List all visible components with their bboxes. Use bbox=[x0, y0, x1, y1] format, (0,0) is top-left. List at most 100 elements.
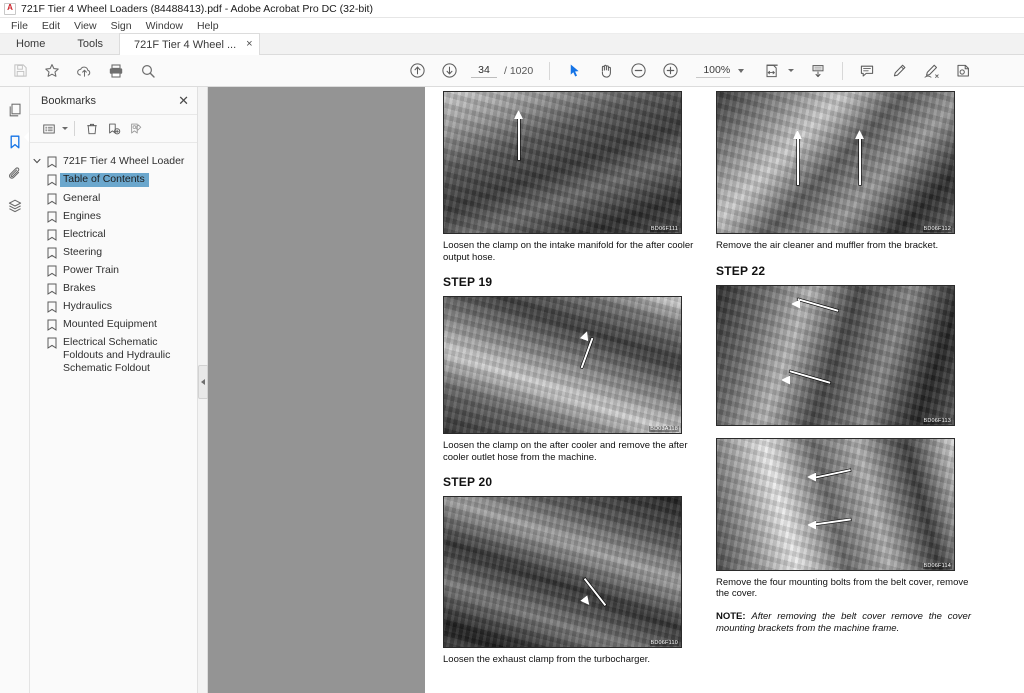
bookmarks-title: Bookmarks bbox=[41, 94, 97, 107]
panel-divider[interactable] bbox=[198, 87, 208, 693]
print-icon[interactable] bbox=[103, 58, 129, 84]
page-thumbnails-icon[interactable] bbox=[2, 97, 28, 123]
bookmark-item-electrical[interactable]: Electrical bbox=[30, 225, 197, 243]
cloud-upload-icon[interactable] bbox=[71, 58, 97, 84]
highlight-pen-icon[interactable] bbox=[886, 58, 912, 84]
acrobat-icon bbox=[4, 2, 16, 15]
bookmark-item-label: Hydraulics bbox=[63, 299, 113, 312]
chevron-down-icon[interactable] bbox=[738, 68, 745, 73]
bookmark-item-general[interactable]: General bbox=[30, 189, 197, 207]
hand-icon[interactable] bbox=[593, 58, 619, 84]
next-page-button[interactable] bbox=[436, 58, 462, 84]
navigation-rail bbox=[0, 87, 30, 693]
stamp-icon[interactable] bbox=[950, 58, 976, 84]
sign-pen-icon[interactable] bbox=[918, 58, 944, 84]
bookmark-item-electrical-schematic-foldouts[interactable]: Electrical Schematic Foldouts and Hydrau… bbox=[30, 333, 197, 377]
chevron-down-icon[interactable] bbox=[30, 155, 44, 165]
star-icon[interactable] bbox=[39, 58, 65, 84]
zoom-out-icon[interactable] bbox=[625, 58, 651, 84]
bookmark-item-label: Power Train bbox=[63, 263, 120, 276]
bookmark-item-steering[interactable]: Steering bbox=[30, 243, 197, 261]
bookmark-item-mounted-equipment[interactable]: Mounted Equipment bbox=[30, 315, 197, 333]
bookmark-icon bbox=[44, 300, 60, 313]
fit-width-icon[interactable] bbox=[805, 58, 831, 84]
tab-document[interactable]: 721F Tier 4 Wheel ... × bbox=[119, 33, 260, 55]
chevron-left-icon bbox=[201, 379, 205, 385]
bookmark-icon bbox=[44, 246, 60, 259]
page-total-label: / 1020 bbox=[504, 64, 534, 77]
bookmark-item-table-of-contents[interactable]: Table of Contents bbox=[30, 170, 197, 189]
menu-window[interactable]: Window bbox=[139, 18, 190, 34]
bookmark-item-label: Engines bbox=[63, 209, 101, 222]
figure-code: BD06F112 bbox=[922, 226, 952, 232]
bookmarks-options-chevron-icon[interactable] bbox=[62, 127, 68, 130]
pdf-page: STEP 18 BD06F111 Loosen the clamp on the… bbox=[425, 87, 1024, 693]
page-left-column: STEP 18 BD06F111 Loosen the clamp on the… bbox=[443, 87, 698, 678]
document-viewport[interactable]: STEP 18 BD06F111 Loosen the clamp on the… bbox=[208, 87, 1024, 693]
zoom-search-icon[interactable] bbox=[135, 58, 161, 84]
figure-code: BD03A118 bbox=[649, 426, 679, 432]
bookmark-item-hydraulics[interactable]: Hydraulics bbox=[30, 297, 197, 315]
page-columns: STEP 18 BD06F111 Loosen the clamp on the… bbox=[443, 87, 1008, 678]
figure-step-22-upper: BD06F113 bbox=[716, 284, 955, 426]
bookmark-item-power-train[interactable]: Power Train bbox=[30, 261, 197, 279]
bookmark-item-label: Table of Contents bbox=[60, 172, 149, 187]
tab-home[interactable]: Home bbox=[0, 33, 61, 54]
bookmark-item-engines[interactable]: Engines bbox=[30, 207, 197, 225]
navigation-group: 34 / 1020 bbox=[401, 58, 533, 84]
bookmark-icon bbox=[44, 336, 60, 349]
collapse-panel-button[interactable] bbox=[198, 365, 208, 399]
new-bookmark-icon[interactable] bbox=[103, 118, 125, 140]
zoom-in-icon[interactable] bbox=[657, 58, 683, 84]
bookmark-item-brakes[interactable]: Brakes bbox=[30, 279, 197, 297]
menu-help[interactable]: Help bbox=[190, 18, 226, 34]
fit-page-icon[interactable] bbox=[759, 58, 785, 84]
bookmarks-list: 721F Tier 4 Wheel Loader Table of Conten… bbox=[30, 143, 197, 377]
menu-bar: File Edit View Sign Window Help bbox=[0, 18, 1024, 34]
note-label: NOTE: bbox=[716, 610, 746, 622]
options-list-icon[interactable] bbox=[38, 118, 60, 140]
bookmarks-panel: Bookmarks ✕ 721F Tier 4 Wheel Loader Tab… bbox=[30, 87, 198, 693]
bookmark-item-label: Brakes bbox=[63, 281, 96, 294]
zoom-control: 100% bbox=[696, 64, 745, 78]
delete-icon[interactable] bbox=[81, 118, 103, 140]
title-bar: 721F Tier 4 Wheel Loaders (84488413).pdf… bbox=[0, 0, 1024, 18]
bookmark-item-label: Electrical Schematic Foldouts and Hydrau… bbox=[63, 335, 171, 374]
comment-icon[interactable] bbox=[854, 58, 880, 84]
figure-step-18: BD06F111 bbox=[443, 91, 682, 234]
step-heading-20: STEP 20 bbox=[443, 475, 493, 489]
edit-bookmark-icon[interactable] bbox=[125, 118, 147, 140]
tab-tools[interactable]: Tools bbox=[61, 33, 119, 54]
save-icon[interactable] bbox=[7, 58, 33, 84]
close-icon[interactable]: ✕ bbox=[178, 94, 189, 107]
tab-strip: Home Tools 721F Tier 4 Wheel ... × bbox=[0, 33, 1024, 55]
attachments-icon[interactable] bbox=[2, 161, 28, 187]
bookmark-icon bbox=[44, 192, 60, 205]
bookmark-root[interactable]: 721F Tier 4 Wheel Loader bbox=[30, 152, 197, 170]
menu-view[interactable]: View bbox=[67, 18, 104, 34]
zoom-level-value[interactable]: 100% bbox=[696, 64, 731, 78]
fit-options-chevron-icon[interactable] bbox=[788, 69, 795, 72]
bookmark-item-label: Electrical bbox=[63, 227, 106, 240]
previous-page-button[interactable] bbox=[404, 58, 430, 84]
page-number-input[interactable]: 34 bbox=[471, 64, 497, 78]
bookmark-root-label: 721F Tier 4 Wheel Loader bbox=[63, 154, 185, 167]
page-right-column: STEP 21 BD06F112 Remove the air cleaner … bbox=[716, 87, 971, 678]
close-icon[interactable]: × bbox=[246, 39, 252, 50]
figure-caption: Loosen the clamp on the after cooler and… bbox=[443, 440, 688, 463]
layers-icon[interactable] bbox=[2, 193, 28, 219]
bookmarks-panel-header: Bookmarks ✕ bbox=[30, 87, 197, 115]
bookmark-icon bbox=[44, 155, 60, 168]
note-block: NOTE: After removing the belt cover remo… bbox=[716, 611, 971, 635]
bookmarks-icon[interactable] bbox=[2, 129, 29, 155]
cursor-arrow-icon[interactable] bbox=[561, 58, 587, 84]
menu-file[interactable]: File bbox=[4, 18, 35, 34]
menu-edit[interactable]: Edit bbox=[35, 18, 67, 34]
bookmarks-toolbar bbox=[30, 115, 197, 143]
toolbar-divider-1 bbox=[549, 61, 551, 80]
toolbar-divider-2 bbox=[842, 61, 844, 80]
tab-document-label: 721F Tier 4 Wheel ... bbox=[134, 38, 237, 51]
figure-code: BD06F114 bbox=[922, 562, 952, 569]
menu-sign[interactable]: Sign bbox=[104, 18, 139, 34]
page-indicator: 34 / 1020 bbox=[471, 64, 533, 78]
